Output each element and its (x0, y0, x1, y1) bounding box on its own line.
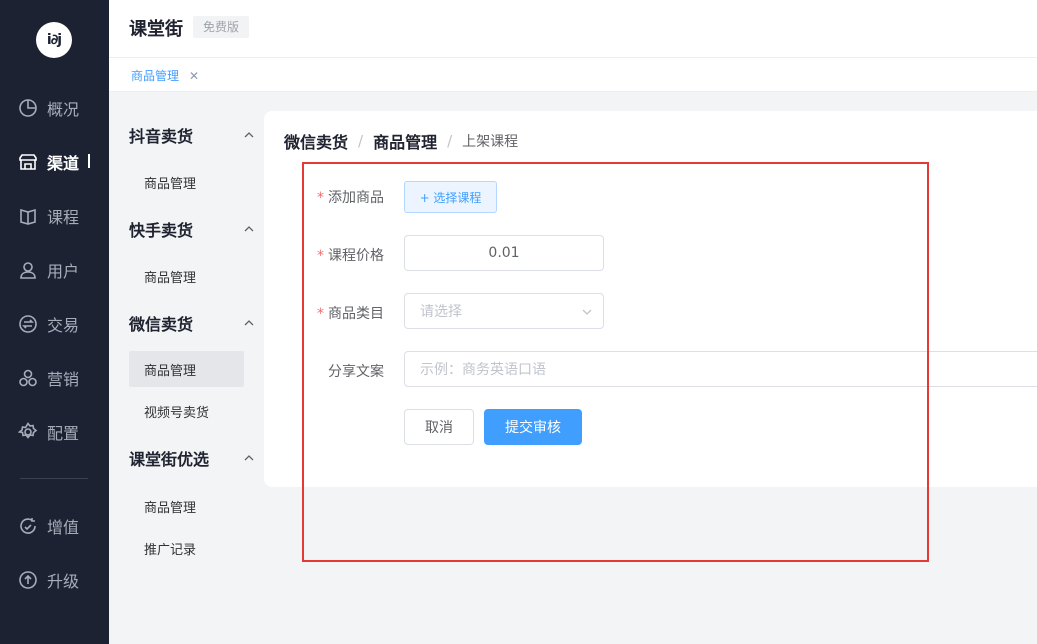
subnav-group-label: 微信卖货 (129, 315, 194, 334)
nav-item-channel[interactable]: 渠道 (0, 142, 109, 182)
pie-chart-icon (18, 98, 38, 118)
cancel-button[interactable]: 取消 (404, 409, 474, 445)
nav-item-label: 升级 (47, 572, 80, 591)
label-text: 课程价格 (328, 248, 384, 264)
nav-item-settings[interactable]: 配置 (0, 412, 109, 452)
breadcrumb-item[interactable]: 微信卖货 (284, 129, 348, 153)
subnav-item-selection-products[interactable]: 商品管理 (129, 488, 244, 524)
nav-item-label: 交易 (47, 316, 80, 335)
subnav-item-wechat-channels[interactable]: 视频号卖货 (129, 393, 244, 429)
nav-item-users[interactable]: 用户 (0, 250, 109, 290)
subnav-group-douyin[interactable]: 抖音卖货 (129, 123, 255, 147)
close-icon[interactable]: ✕ (189, 69, 199, 83)
label-text: 商品类目 (328, 306, 384, 322)
breadcrumb-separator: / (358, 132, 364, 150)
nav-item-trade[interactable]: 交易 (0, 304, 109, 344)
subnav-item-kuaishou-products[interactable]: 商品管理 (129, 258, 244, 294)
chevron-down-icon (582, 309, 592, 315)
gear-icon (18, 422, 38, 442)
required-mark: * (317, 190, 324, 206)
channel-subnav: 抖音卖货 商品管理 快手卖货 商品管理 微信卖货 商品管理 视频号卖货 课堂街优… (109, 92, 264, 644)
marketing-icon (18, 368, 38, 388)
upgrade-icon (18, 570, 38, 590)
breadcrumb: 微信卖货 / 商品管理 / 上架课程 (284, 129, 518, 153)
nav-item-course[interactable]: 课程 (0, 196, 109, 236)
top-header: 课堂街 免费版 (109, 0, 1037, 58)
subnav-item-wechat-products[interactable]: 商品管理 (129, 351, 244, 387)
subnav-item-douyin-products[interactable]: 商品管理 (129, 164, 244, 200)
category-select[interactable]: 请选择 (404, 293, 604, 329)
store-icon (18, 152, 38, 172)
price-label: * 课程价格 (284, 245, 384, 265)
add-product-label: * 添加商品 (284, 187, 384, 207)
nav-item-marketing[interactable]: 营销 (0, 358, 109, 398)
breadcrumb-item[interactable]: 商品管理 (373, 129, 437, 153)
required-mark: * (317, 248, 324, 264)
required-mark: * (317, 306, 324, 322)
nav-item-label: 渠道 (47, 154, 80, 173)
price-input[interactable]: 0.01 (404, 235, 604, 271)
tab-bar: 商品管理 ✕ (109, 58, 1037, 92)
subnav-group-label: 快手卖货 (129, 221, 194, 240)
chevron-up-icon (244, 132, 254, 138)
nav-item-label: 用户 (47, 262, 80, 281)
nav-divider (20, 478, 88, 479)
app-title: 课堂街 (129, 19, 183, 40)
nav-item-label: 概况 (47, 100, 80, 119)
category-label: * 商品类目 (284, 303, 384, 323)
subnav-group-kuaishou[interactable]: 快手卖货 (129, 217, 255, 241)
main-nav-rail: i∂j 概况 渠道 课程 用户 交易 营销 配置 增值 升级 (0, 0, 109, 644)
breadcrumb-separator: / (447, 132, 453, 150)
share-copy-input[interactable]: 示例：商务英语口语 (404, 351, 1037, 387)
subnav-item-promotion-records[interactable]: 推广记录 (129, 530, 244, 566)
nav-item-label: 课程 (47, 208, 80, 227)
nav-item-label: 增值 (47, 518, 80, 537)
nav-item-upgrade[interactable]: 升级 (0, 560, 109, 600)
share-copy-label: 分享文案 (328, 364, 384, 380)
chevron-up-icon (244, 226, 254, 232)
active-indicator (88, 154, 90, 168)
chevron-up-icon (244, 320, 254, 326)
tab-product-management[interactable]: 商品管理 ✕ (131, 67, 199, 84)
exchange-icon (18, 314, 38, 334)
breadcrumb-current: 上架课程 (462, 134, 519, 150)
subnav-group-label: 课堂街优选 (129, 450, 210, 469)
select-course-button[interactable]: + 选择课程 (404, 181, 497, 213)
nav-item-label: 营销 (47, 370, 80, 389)
content-card: 微信卖货 / 商品管理 / 上架课程 (264, 111, 1037, 487)
book-icon (18, 206, 38, 226)
label-text: 添加商品 (328, 190, 384, 206)
submit-review-button[interactable]: 提交审核 (484, 409, 582, 445)
subnav-group-wechat[interactable]: 微信卖货 (129, 311, 255, 335)
nav-item-value-added[interactable]: 增值 (0, 506, 109, 546)
user-icon (18, 260, 38, 280)
nav-item-overview[interactable]: 概况 (0, 88, 109, 128)
chevron-up-icon (244, 455, 254, 461)
value-added-icon (18, 516, 38, 536)
subnav-group-selection[interactable]: 课堂街优选 (129, 446, 255, 470)
tab-label: 商品管理 (131, 69, 180, 83)
app-logo[interactable]: i∂j (36, 22, 72, 58)
edition-badge: 免费版 (193, 16, 250, 38)
category-placeholder: 请选择 (420, 304, 462, 320)
subnav-group-label: 抖音卖货 (129, 127, 194, 146)
nav-item-label: 配置 (47, 424, 80, 443)
